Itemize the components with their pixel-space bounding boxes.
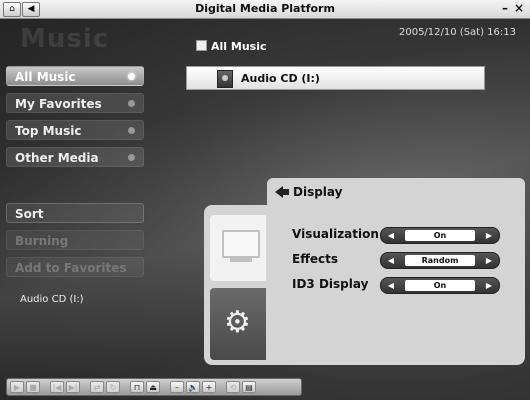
window-title: Digital Media Platform — [195, 2, 335, 15]
chevron-right-icon[interactable]: ▶ — [481, 228, 497, 243]
monitor-stand — [230, 258, 252, 262]
burning-button[interactable]: Burning — [6, 230, 144, 250]
speaker-icon[interactable]: 🔈 — [186, 381, 200, 393]
stop-icon[interactable]: ■ — [26, 381, 40, 393]
checkbox-icon[interactable] — [196, 40, 207, 51]
shuffle-icon[interactable]: ⇄ — [90, 381, 104, 393]
setting-label-id3-display: ID3 Display — [292, 277, 369, 291]
gear-icon: ⚙ — [224, 305, 251, 340]
radio-dot-icon — [128, 73, 135, 80]
repeat-icon[interactable]: ↻ — [106, 381, 120, 393]
id3-display-spinner[interactable]: ◀ On ▶ — [380, 277, 500, 294]
radio-dot-icon — [128, 154, 135, 161]
sidebar-item-label: My Favorites — [15, 97, 102, 111]
radio-dot-icon — [128, 100, 135, 107]
link-icon[interactable]: ⟲ — [226, 381, 240, 393]
sidebar-item-other-media[interactable]: Other Media — [6, 147, 144, 167]
playlist-icon[interactable]: ▤ — [242, 381, 256, 393]
source-label: Audio CD (I:) — [20, 294, 84, 305]
spinner-value: On — [405, 280, 475, 291]
panel-title: Display — [293, 185, 343, 199]
chevron-right-icon[interactable]: ▶ — [481, 253, 497, 268]
playback-toolbar: ▶ ■ |◀ ▶| ⇄ ↻ ⊓ ⏏ – 🔈 + ⟲ ▤ — [6, 378, 302, 396]
window-icon[interactable]: ⊓ — [130, 381, 144, 393]
radio-dot-icon — [128, 127, 135, 134]
setting-label-effects: Effects — [292, 252, 339, 266]
sidebar-item-my-favorites[interactable]: My Favorites — [6, 93, 144, 113]
display-panel-header: Display — [267, 178, 525, 206]
play-icon[interactable]: ▶ — [10, 381, 24, 393]
sidebar-item-label: Other Media — [15, 151, 99, 165]
list-item-label: Audio CD (I:) — [241, 72, 320, 85]
sort-button[interactable]: Sort — [6, 203, 144, 223]
next-icon[interactable]: ▶| — [66, 381, 80, 393]
back-arrow-icon[interactable] — [275, 186, 283, 198]
visualization-spinner[interactable]: ◀ On ▶ — [380, 227, 500, 244]
close-button[interactable]: × — [514, 1, 524, 15]
cd-drive-icon — [217, 70, 233, 88]
sidebar-item-label: Top Music — [15, 124, 82, 138]
eject-icon[interactable]: ⏏ — [146, 381, 160, 393]
spinner-value: On — [405, 230, 475, 241]
volume-down-button[interactable]: – — [170, 381, 184, 393]
sidebar-item-label: All Music — [15, 70, 76, 84]
sidebar-item-top-music[interactable]: Top Music — [6, 120, 144, 140]
spinner-value: Random — [405, 255, 475, 266]
minimize-button[interactable]: – — [502, 1, 508, 15]
sidebar-item-all-music[interactable]: All Music — [6, 66, 144, 86]
list-item[interactable]: Audio CD (I:) — [186, 66, 485, 90]
volume-up-button[interactable]: + — [202, 381, 216, 393]
media-player-window: ⌂ ◀ Digital Media Platform – × Music 200… — [0, 0, 530, 400]
previous-icon[interactable]: |◀ — [50, 381, 64, 393]
add-to-favorites-button[interactable]: Add to Favorites — [6, 257, 144, 277]
setting-label-visualization: Visualization — [292, 227, 379, 241]
monitor-icon — [222, 230, 260, 258]
chevron-left-icon[interactable]: ◀ — [383, 228, 399, 243]
title-bar: ⌂ ◀ Digital Media Platform – × — [0, 0, 530, 19]
back-arrow-stem — [283, 189, 289, 195]
list-header: All Music — [196, 40, 267, 53]
list-header-label: All Music — [211, 40, 267, 53]
effects-spinner[interactable]: ◀ Random ▶ — [380, 252, 500, 269]
chevron-left-icon[interactable]: ◀ — [383, 278, 399, 293]
section-watermark: Music — [20, 24, 110, 54]
chevron-left-icon[interactable]: ◀ — [383, 253, 399, 268]
chevron-right-icon[interactable]: ▶ — [481, 278, 497, 293]
date-time: 2005/12/10 (Sat) 16:13 — [398, 27, 516, 38]
